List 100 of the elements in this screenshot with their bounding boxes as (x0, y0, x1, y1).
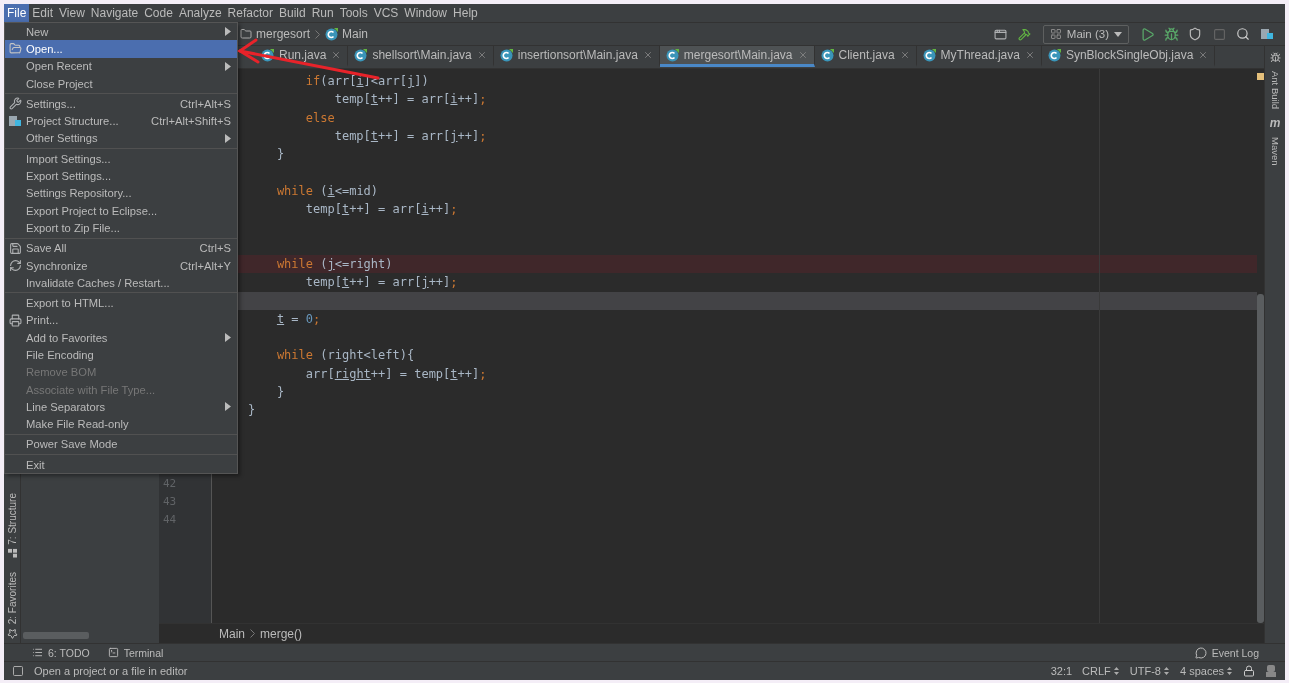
close-icon (1024, 50, 1035, 60)
stop-icon (1212, 27, 1226, 41)
menu-item[interactable]: New (5, 23, 237, 41)
close-icon (1198, 50, 1209, 60)
menu-title[interactable]: Code (141, 4, 176, 22)
editor-tab[interactable]: Run.java (255, 46, 349, 67)
menu-item[interactable]: Exit (5, 456, 237, 474)
editor-tab[interactable]: shellsort\Main.java (348, 46, 494, 67)
updown-icon (1112, 666, 1120, 676)
inspector-icon (1265, 664, 1277, 678)
maven-icon: m (1269, 117, 1281, 130)
close-icon (899, 50, 910, 60)
encoding[interactable]: UTF-8 (1129, 665, 1170, 677)
code-line: while (right<left){ (275, 347, 415, 365)
run-config-dropdown[interactable]: Main (3) (1042, 24, 1129, 44)
menu-item[interactable]: Project Structure... Ctrl+Alt+Shift+S (5, 112, 237, 130)
config-icon (1049, 28, 1062, 40)
warning-marker (1257, 73, 1264, 80)
search-icon (1236, 27, 1250, 41)
code-line: t = 0; (275, 310, 321, 328)
list-icon (32, 647, 43, 658)
menu-item[interactable]: Import Settings... (5, 150, 237, 168)
submenu-arrow-icon (225, 27, 231, 37)
close-icon (476, 50, 487, 60)
tool-window-tab[interactable]: 7: Structure (6, 493, 18, 558)
updown-icon (1162, 666, 1170, 676)
class-icon (261, 48, 274, 62)
editor-tab[interactable]: Client.java (814, 46, 917, 67)
class-icon (820, 48, 834, 62)
run-icon (1139, 26, 1155, 42)
menu-title[interactable]: Refactor (224, 4, 276, 22)
menu-title[interactable]: Navigate (87, 4, 142, 22)
indent-setting[interactable]: 4 spaces (1179, 665, 1233, 677)
class-icon (1047, 48, 1061, 62)
menu-title[interactable]: Run (308, 4, 337, 22)
menu-item[interactable]: Export to HTML... (5, 294, 237, 312)
tool-window-tab[interactable]: Terminal (107, 646, 164, 659)
editor-tab[interactable]: insertionsort\Main.java (493, 46, 660, 67)
updown-icon (1226, 666, 1233, 676)
menu-item[interactable]: Print... (5, 311, 237, 330)
menu-item[interactable]: Settings... Ctrl+Alt+S (5, 95, 237, 113)
menu-title[interactable]: File (4, 4, 30, 22)
star-icon (6, 628, 18, 639)
class-icon (325, 27, 339, 41)
code-line: while (i<=mid) (275, 182, 379, 200)
close-icon (797, 50, 808, 60)
scrollbar[interactable] (1257, 294, 1264, 623)
structure-icon (7, 548, 17, 558)
line-separator[interactable]: CRLF (1082, 665, 1120, 677)
menu-item[interactable]: Add to Favorites (5, 329, 237, 347)
breadcrumb-item[interactable]: Main (325, 27, 369, 41)
menu-item[interactable]: Export to Zip File... (5, 219, 237, 237)
code-line: temp[t++] = arr[j++]; (304, 274, 458, 292)
caret-position[interactable]: 32:1 (1050, 665, 1073, 677)
menu-item[interactable]: Open... (5, 40, 237, 58)
breadcrumb-item[interactable]: mergesort (240, 27, 311, 41)
menu-item[interactable]: Synchronize Ctrl+Alt+Y (5, 256, 237, 275)
menu-item[interactable]: File Encoding (5, 346, 237, 364)
menu-title[interactable]: Analyze (175, 4, 225, 22)
menu-title[interactable]: Build (275, 4, 309, 22)
menu-item[interactable]: Make File Read-only (5, 415, 237, 433)
coverage-icon (1188, 27, 1202, 41)
menu-item[interactable]: Settings Repository... (5, 184, 237, 202)
menu-item[interactable]: Invalidate Caches / Restart... (5, 274, 237, 292)
menu-title[interactable]: Edit (29, 4, 57, 22)
menu-title[interactable]: VCS (370, 4, 402, 22)
class-icon (354, 48, 368, 62)
breadcrumb-item[interactable]: merge() (260, 626, 303, 641)
editor-tab[interactable]: SynBlockSingleObj.java (1041, 46, 1216, 67)
menu-title[interactable]: Help (450, 4, 481, 22)
menu-item[interactable]: Save All Ctrl+S (5, 239, 237, 257)
project-structure-icon (9, 115, 22, 128)
menu-item[interactable]: Export Settings... (5, 167, 237, 185)
submenu-arrow-icon (225, 402, 231, 412)
menu-item[interactable]: Power Save Mode (5, 435, 237, 454)
editor-tab[interactable]: MyThread.java (916, 46, 1042, 67)
tool-window-tab[interactable]: Ant Build (1269, 71, 1281, 110)
printer-icon (9, 313, 22, 327)
tool-window-tab[interactable]: Maven (1269, 137, 1281, 166)
scrollbar[interactable] (23, 632, 89, 639)
ant-icon (1269, 52, 1281, 63)
menu-item[interactable]: Close Project (5, 74, 237, 93)
breadcrumb-item[interactable]: Main (219, 626, 245, 641)
folder-icon (240, 28, 252, 40)
refresh-icon (9, 259, 22, 272)
editor-tab[interactable]: mergesort\Main.java (659, 46, 815, 67)
menu-item[interactable]: Line Separators (5, 398, 237, 416)
menu-item[interactable]: Other Settings (5, 129, 237, 148)
tool-window-tab[interactable]: 6: TODO (32, 646, 90, 659)
code-line: arr[right++] = temp[t++]; (304, 365, 487, 383)
menu-item[interactable]: Export Project to Eclipse... (5, 201, 237, 220)
tool-window-tab[interactable]: Event Log (1194, 646, 1259, 659)
tool-window-tab[interactable]: 2: Favorites (6, 571, 18, 639)
menu-title[interactable]: Window (401, 4, 451, 22)
code-line: else (304, 109, 335, 127)
menu-item[interactable]: Open Recent (5, 57, 237, 75)
menu-title[interactable]: Tools (336, 4, 371, 22)
close-icon (642, 50, 653, 60)
menu-title[interactable]: View (56, 4, 88, 22)
project-structure-icon (1260, 28, 1274, 40)
